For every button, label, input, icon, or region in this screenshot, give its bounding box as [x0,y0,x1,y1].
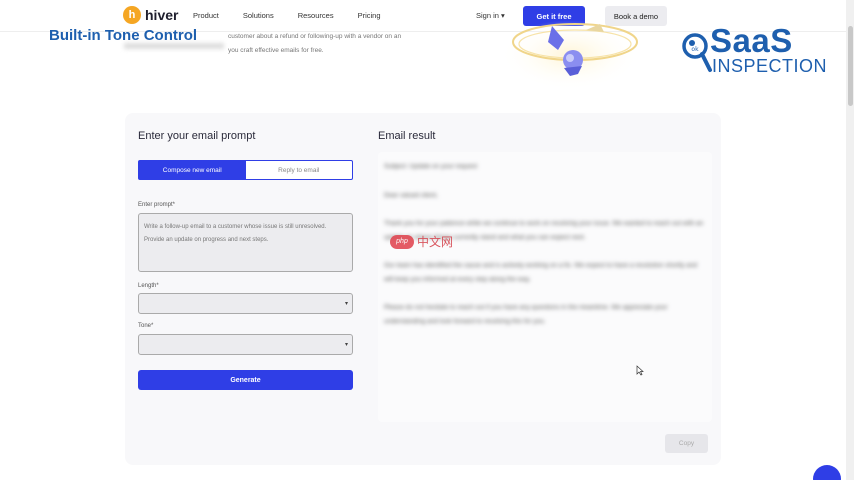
result-heading: Email result [378,130,436,142]
php-watermark: php 中文网 [390,233,453,250]
svg-text:ok: ok [691,46,699,53]
magnifier-icon: ok [682,33,712,72]
length-label: Length* [138,283,159,289]
prompt-heading: Enter your email prompt [138,130,256,142]
prompt-label: Enter prompt* [138,202,176,208]
php-watermark-text: 中文网 [417,235,454,249]
scrollbar-thumb[interactable] [848,26,853,106]
tone-label: Tone* [138,323,154,329]
php-badge: php [390,234,414,249]
result-paragraph: Please do not hesitate to reach out if y… [384,304,668,325]
nav-link-product[interactable]: Product [193,11,219,20]
nav-link-resources[interactable]: Resources [298,11,334,20]
email-mode-tabs: Compose new email Reply to email [138,160,353,180]
tab-compose-new-email[interactable]: Compose new email [139,161,246,179]
prompt-textarea[interactable]: Write a follow-up email to a customer wh… [138,213,353,272]
watermark-inspection-text: INSPECTION [712,56,828,76]
prompt-placeholder-line2: Provide an update on progress and next s… [144,237,269,243]
copy-button[interactable]: Copy [665,434,708,453]
hero-subtitle-line1: customer about a refund or following-up … [228,33,402,40]
caret-down-icon: ▾ [344,342,348,348]
nav-links: Product Solutions Resources Pricing [193,11,405,20]
result-paragraph: Subject: Update on your request [384,163,478,170]
hero-illustration [500,20,640,90]
chat-widget-button[interactable] [813,465,841,480]
logo-text: hiver [145,7,179,23]
email-result-panel: Subject: Update on your request Dear val… [378,152,712,422]
result-paragraph: Dear valued client, [384,191,438,199]
overlay-title: Built-in Tone Control [49,27,198,44]
sign-in-menu[interactable]: Sign in ▾ [476,11,505,20]
tab-reply-to-email[interactable]: Reply to email [246,161,353,179]
caret-down-icon: ▾ [344,301,348,307]
chevron-down-icon: ▾ [501,11,505,20]
tone-select[interactable]: ▾ [138,334,353,355]
hiver-logo[interactable]: h hiver [123,6,178,24]
hiver-logo-icon: h [123,6,141,24]
sign-in-label: Sign in [476,11,499,20]
nav-link-pricing[interactable]: Pricing [358,11,381,20]
hero-subtitle-line2: you craft effective emails for free. [228,47,324,54]
result-paragraph: Our team has identified the cause and is… [384,262,698,283]
mouse-cursor-icon [636,365,644,376]
length-select[interactable]: ▾ [138,293,353,314]
saas-inspection-watermark: ok SaaS INSPECTION [675,22,840,78]
generate-button[interactable]: Generate [138,370,353,390]
prompt-placeholder-line1: Write a follow-up email to a customer wh… [144,224,327,230]
nav-link-solutions[interactable]: Solutions [243,11,274,20]
hero-subtitle: customer about a refund or following-up … [228,30,428,58]
watermark-saas-text: SaaS [710,22,793,59]
